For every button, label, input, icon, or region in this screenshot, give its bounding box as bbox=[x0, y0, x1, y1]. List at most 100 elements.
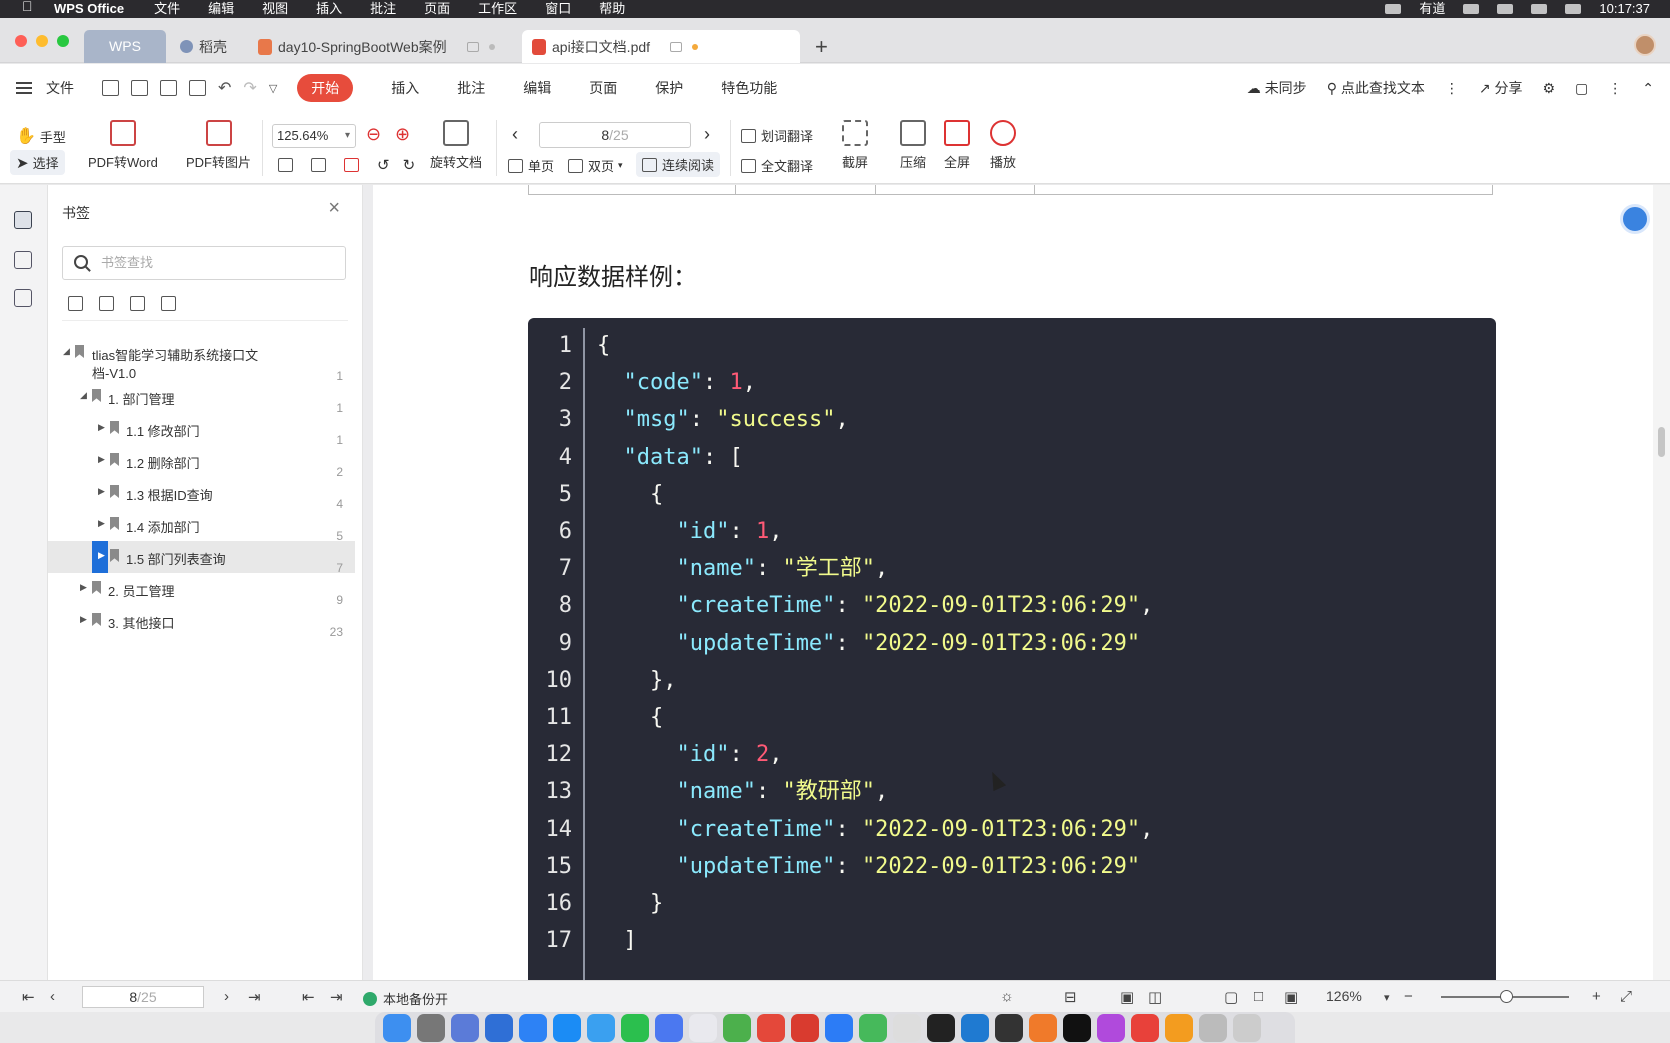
open-icon[interactable] bbox=[102, 80, 119, 96]
pen-tool-icon[interactable] bbox=[1029, 1013, 1057, 1042]
bookmark-item[interactable]: ▶ 2. 员工管理 9 bbox=[48, 573, 355, 607]
bookmark-panel-icon[interactable] bbox=[14, 211, 32, 229]
local-backup-status[interactable]: 本地备份开 bbox=[363, 989, 448, 1008]
browser-icon[interactable] bbox=[655, 1013, 683, 1042]
tab-insert[interactable]: 插入 bbox=[391, 78, 419, 98]
rotate-doc-button[interactable]: 旋转文档 bbox=[430, 120, 482, 171]
qq-icon[interactable] bbox=[587, 1013, 615, 1042]
bookmark-item[interactable]: ▶ 3. 其他接口 23 bbox=[48, 605, 355, 639]
page-input[interactable]: 8/25 bbox=[539, 122, 691, 148]
new-tab-button[interactable]: + bbox=[815, 36, 828, 58]
tab-protect[interactable]: 保护 bbox=[655, 78, 683, 98]
hand-tool[interactable]: ✋ 手型 bbox=[16, 126, 66, 146]
menubar-help[interactable]: 帮助 bbox=[599, 2, 625, 15]
actual-size-icon[interactable] bbox=[278, 158, 293, 172]
battery-icon[interactable] bbox=[1565, 4, 1582, 14]
status-zoom[interactable]: 126% bbox=[1326, 988, 1362, 1004]
single-page-view-icon[interactable]: ▣ bbox=[1120, 988, 1134, 1006]
double-page-view-icon[interactable]: ◫ bbox=[1148, 988, 1162, 1006]
continuous-view-icon[interactable]: ⊟ bbox=[1064, 988, 1077, 1006]
trash-icon[interactable] bbox=[1233, 1013, 1261, 1042]
system-settings-icon[interactable] bbox=[417, 1013, 445, 1042]
expand-all-icon[interactable] bbox=[68, 296, 83, 311]
menubar-file[interactable]: 文件 bbox=[154, 2, 180, 15]
prev-page-icon[interactable]: ‹ bbox=[512, 124, 518, 145]
zoom-window-button[interactable] bbox=[57, 35, 69, 47]
find-text-button[interactable]: ⚲ 点此查找文本 bbox=[1327, 78, 1425, 98]
status-page-input[interactable]: 8/25 bbox=[82, 986, 204, 1008]
apple-icon[interactable]:  bbox=[22, 0, 40, 18]
wps-app-icon[interactable] bbox=[1131, 1013, 1159, 1042]
more-icon[interactable]: ⋮ bbox=[1445, 80, 1459, 97]
bookmark-item[interactable]: ◢ tlias智能学习辅助系统接口文 档-V1.0 1 bbox=[48, 337, 355, 383]
collapsed-arrow-icon[interactable]: ▶ bbox=[80, 582, 87, 593]
collapsed-arrow-icon[interactable]: ▶ bbox=[98, 422, 105, 433]
floating-assistant-button[interactable] bbox=[1620, 204, 1650, 234]
user-status-icon[interactable] bbox=[1497, 4, 1514, 14]
annotation-panel-icon[interactable] bbox=[14, 289, 32, 307]
sublime-icon[interactable] bbox=[1165, 1013, 1193, 1042]
clock[interactable]: 10:17:37 bbox=[1599, 2, 1650, 15]
photos-icon[interactable] bbox=[689, 1013, 717, 1042]
feishu-icon[interactable] bbox=[825, 1013, 853, 1042]
wps-status-icon[interactable] bbox=[1463, 4, 1480, 14]
app-grid-icon[interactable] bbox=[519, 1013, 547, 1042]
continuous-read-button[interactable]: 连续阅读 bbox=[636, 152, 721, 177]
next-page-icon[interactable]: › bbox=[224, 988, 229, 1005]
menubar-workspace[interactable]: 工作区 bbox=[478, 2, 517, 15]
single-page-button[interactable]: 单页 bbox=[508, 156, 554, 175]
comment-icon[interactable]: ▢ bbox=[1575, 80, 1588, 97]
collapse-all-icon[interactable] bbox=[99, 296, 114, 311]
back-icon[interactable]: ⇤ bbox=[302, 988, 315, 1006]
thumbnail-panel-icon[interactable] bbox=[14, 251, 32, 269]
zoom-out-icon[interactable]: ⊖ bbox=[366, 124, 381, 145]
save-icon[interactable] bbox=[131, 80, 148, 96]
collapsed-arrow-icon[interactable]: ▶ bbox=[98, 486, 105, 497]
tab-page[interactable]: 页面 bbox=[589, 78, 617, 98]
forward-icon[interactable]: ⇥ bbox=[330, 988, 343, 1006]
menubar-window[interactable]: 窗口 bbox=[545, 2, 571, 15]
menubar-view[interactable]: 视图 bbox=[262, 2, 288, 15]
close-icon[interactable]: × bbox=[328, 197, 340, 220]
avatar[interactable] bbox=[1634, 34, 1656, 56]
activity-monitor-icon[interactable] bbox=[893, 1013, 921, 1042]
rotate-right-icon[interactable]: ↻ bbox=[403, 156, 416, 174]
youdao-status[interactable]: 有道 bbox=[1419, 2, 1445, 15]
menubar-insert[interactable]: 插入 bbox=[316, 2, 342, 15]
collapsed-arrow-icon[interactable]: ▶ bbox=[98, 454, 105, 465]
bookmark-search-input[interactable]: 书签查找 bbox=[62, 246, 346, 280]
keynote-icon[interactable] bbox=[485, 1013, 513, 1042]
bookmark-item[interactable]: ▶ 1.2 删除部门 2 bbox=[48, 445, 355, 479]
double-page-button[interactable]: 双页 ▾ bbox=[568, 156, 623, 175]
pdf-page-view[interactable]: 响应数据样例： 1{2 "code": 1, 3 "msg": "success"… bbox=[373, 185, 1653, 980]
delete-bookmark-icon[interactable] bbox=[161, 296, 176, 311]
tab-daoke[interactable]: 稻壳 bbox=[170, 30, 237, 63]
panel-splitter[interactable] bbox=[363, 185, 373, 980]
fit-page-icon[interactable] bbox=[311, 158, 326, 172]
rotate-left-icon[interactable]: ↺ bbox=[377, 156, 390, 174]
tab-start[interactable]: 开始 bbox=[297, 74, 354, 102]
wifi-icon[interactable] bbox=[1531, 4, 1548, 14]
fit-width-icon[interactable] bbox=[344, 158, 359, 172]
launchpad-icon[interactable] bbox=[451, 1013, 479, 1042]
tab-ppt-file[interactable]: day10-SpringBootWeb案例 bbox=[248, 30, 505, 63]
zoom-dropdown-icon[interactable]: ▾ bbox=[1384, 991, 1390, 1004]
collapsed-arrow-icon[interactable]: ▶ bbox=[80, 614, 87, 625]
finder-icon[interactable] bbox=[383, 1013, 411, 1042]
undo-icon[interactable]: ↶ bbox=[218, 78, 231, 98]
tab-edit[interactable]: 编辑 bbox=[523, 78, 551, 98]
file-menu[interactable]: 文件 bbox=[46, 78, 74, 98]
menubar-annotate[interactable]: 批注 bbox=[370, 2, 396, 15]
zoom-in-icon[interactable]: + bbox=[1592, 988, 1601, 1005]
more-options-icon[interactable]: ⋮ bbox=[1608, 80, 1622, 97]
youdao-icon[interactable] bbox=[791, 1013, 819, 1042]
expanded-arrow-icon[interactable]: ◢ bbox=[63, 346, 70, 357]
notes-icon[interactable] bbox=[859, 1013, 887, 1042]
fit-page-view-icon[interactable]: □ bbox=[1254, 988, 1263, 1005]
bookmark-item[interactable]: ▶ 1.4 添加部门 5 bbox=[48, 509, 355, 543]
app-store-icon[interactable] bbox=[553, 1013, 581, 1042]
scroll-thumb[interactable] bbox=[1658, 427, 1665, 457]
word-translate-button[interactable]: 划词翻译 bbox=[741, 126, 813, 145]
add-bookmark-icon[interactable] bbox=[130, 296, 145, 311]
window-icon[interactable] bbox=[466, 41, 479, 52]
